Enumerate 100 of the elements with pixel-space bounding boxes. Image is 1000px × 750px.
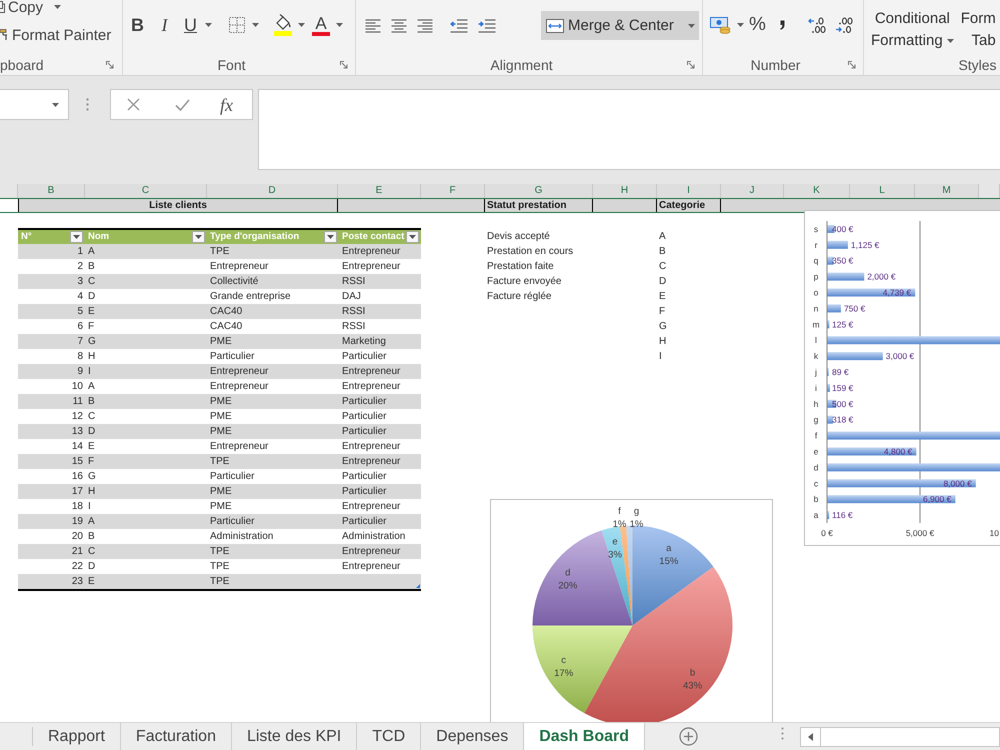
value-label: 159 € xyxy=(832,382,854,393)
table-cell-text: Entrepreneur xyxy=(341,365,402,379)
table-cell-text: 18 xyxy=(70,500,84,514)
category-label: g xyxy=(634,506,640,517)
sheet-cell-text: G xyxy=(658,320,668,334)
underline-button[interactable]: U xyxy=(181,14,200,36)
dialog-launcher-icon[interactable] xyxy=(106,61,114,69)
caret-icon[interactable] xyxy=(298,23,305,27)
column-header[interactable]: D xyxy=(207,184,338,198)
category-label: e xyxy=(814,446,818,456)
formula-input[interactable] xyxy=(258,89,1000,170)
column-header[interactable]: J xyxy=(721,184,784,198)
percent-button[interactable]: % xyxy=(748,14,767,36)
paint-bucket-icon[interactable] xyxy=(273,14,293,36)
sheet-tab[interactable]: Rapport xyxy=(33,723,121,750)
caret-icon xyxy=(195,235,202,239)
format-as-table-button[interactable]: Form Tab xyxy=(958,8,996,52)
table-cell-text: G xyxy=(87,335,97,349)
category-label: d xyxy=(565,567,570,578)
dialog-launcher-icon[interactable] xyxy=(340,61,348,69)
copy-button[interactable]: Copy xyxy=(0,0,62,16)
table-cell-text: Particulier xyxy=(341,470,388,484)
filter-button[interactable] xyxy=(192,231,205,243)
merge-center-button[interactable]: Merge & Center xyxy=(541,11,699,40)
column-header[interactable]: E xyxy=(338,184,421,198)
caret-icon[interactable] xyxy=(336,23,343,27)
resize-handle-icon[interactable] xyxy=(416,584,420,588)
table-cell-text: DAJ xyxy=(341,290,362,304)
category-label: j xyxy=(815,367,817,377)
group-label: Font xyxy=(218,57,246,73)
table-cell-text: Entrepreneur xyxy=(209,365,270,379)
table-cell-text: Entrepreneur xyxy=(341,560,402,574)
table-cell-text: Particulier xyxy=(341,485,388,499)
column-header[interactable]: M xyxy=(915,184,979,198)
caret-icon[interactable] xyxy=(205,23,212,27)
column-header[interactable]: L xyxy=(850,184,915,198)
sheet-tab[interactable]: Dash Board xyxy=(524,723,645,750)
table-cell-text: 4 xyxy=(76,290,84,304)
column-header[interactable]: B xyxy=(18,184,85,198)
cross-icon[interactable] xyxy=(127,98,140,111)
align-left-icon[interactable] xyxy=(365,18,381,32)
sheet-cell-text: D xyxy=(658,275,668,289)
table-cell-text: CAC40 xyxy=(209,320,244,334)
caret-icon[interactable] xyxy=(737,23,744,27)
title-row[interactable]: Liste clients Statut prestation Categorie xyxy=(0,198,1000,213)
column-header[interactable]: I xyxy=(657,184,721,198)
filter-button[interactable] xyxy=(406,231,419,243)
borders-icon[interactable] xyxy=(229,17,245,33)
category-label: o xyxy=(814,288,818,298)
comma-icon[interactable] xyxy=(778,20,786,30)
table-cell-text: 10 xyxy=(70,380,84,394)
category-label: b xyxy=(814,494,818,504)
italic-button[interactable]: I xyxy=(155,14,174,36)
increase-indent-icon[interactable] xyxy=(478,18,496,32)
table-cell-text: E xyxy=(87,575,96,589)
sheet-tab[interactable]: Facturation xyxy=(120,723,232,750)
scroll-left-button[interactable] xyxy=(800,726,821,746)
bar xyxy=(827,240,848,249)
table-cell-text: 20 xyxy=(70,530,84,544)
column-header[interactable]: F xyxy=(421,184,485,198)
filter-button[interactable] xyxy=(324,231,337,243)
active-cell[interactable] xyxy=(0,199,18,212)
format-painter-button[interactable]: Format Painter xyxy=(0,26,112,44)
bold-button[interactable]: B xyxy=(128,14,147,36)
group-label: Number xyxy=(750,57,800,73)
header-cell: Liste clients xyxy=(18,199,338,212)
sheet-tab[interactable]: Liste des KPI xyxy=(232,723,358,750)
column-header[interactable]: H xyxy=(593,184,657,198)
category-label: a xyxy=(814,510,818,520)
decrease-indent-icon[interactable] xyxy=(450,18,468,32)
column-heading: Poste contact xyxy=(342,230,404,244)
table-cell-text: 6 xyxy=(76,320,84,334)
table-cell-text: I xyxy=(87,500,92,514)
dialog-launcher-icon[interactable] xyxy=(687,61,696,69)
table-cell-text: Marketing xyxy=(341,335,387,349)
caret-icon[interactable] xyxy=(252,23,259,27)
font-color-button[interactable]: A xyxy=(312,14,330,36)
table-cell-text: 3 xyxy=(76,275,84,289)
header-cell: Statut prestation xyxy=(485,199,593,212)
table-cell-text: Entrepreneur xyxy=(341,440,402,454)
dialog-launcher-icon[interactable] xyxy=(848,61,856,69)
table-cell-text: 5 xyxy=(76,305,84,319)
check-icon[interactable] xyxy=(175,98,190,110)
table-cell-text: RSSI xyxy=(341,320,366,334)
align-center-icon[interactable] xyxy=(391,18,407,32)
currency-icon[interactable] xyxy=(710,16,732,34)
add-sheet-icon[interactable] xyxy=(678,727,698,746)
sheet-tab[interactable]: TCD xyxy=(357,723,422,750)
column-header[interactable]: K xyxy=(784,184,850,198)
column-header[interactable]: C xyxy=(85,184,207,198)
caret-icon[interactable] xyxy=(52,102,59,106)
filter-button[interactable] xyxy=(70,231,83,243)
caret-icon[interactable] xyxy=(688,24,695,28)
align-right-icon[interactable] xyxy=(417,18,433,32)
conditional-formatting-button[interactable]: Conditional Formatting xyxy=(871,8,954,52)
table-cell-text: Particulier xyxy=(341,515,388,529)
column-header[interactable]: G xyxy=(485,184,593,198)
insert-function-button[interactable]: fx xyxy=(220,94,233,114)
table-cell-text: C xyxy=(87,275,96,289)
caret-icon xyxy=(946,39,954,43)
